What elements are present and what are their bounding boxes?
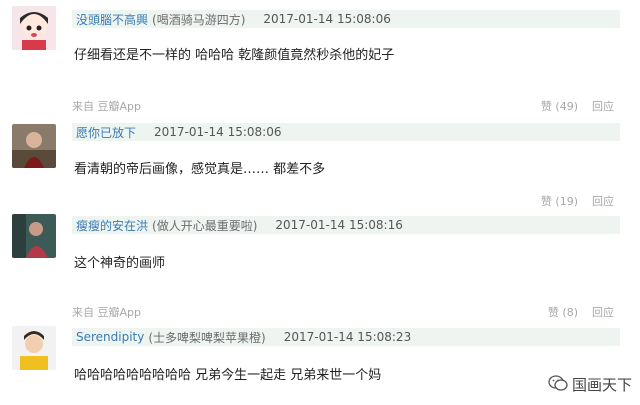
- avatar[interactable]: [12, 6, 56, 50]
- like-button[interactable]: 赞 (49): [541, 98, 578, 114]
- username-link[interactable]: 瘦瘦的安在洪: [76, 217, 148, 234]
- comment-meta: 赞 (19) 回应: [72, 193, 620, 209]
- comment-text: 哈哈哈哈哈哈哈哈哈 兄弟今生一起走 兄弟来世一个妈: [74, 368, 382, 383]
- timestamp: 2017-01-14 15:08:16: [275, 218, 403, 232]
- timestamp: 2017-01-14 15:08:06: [154, 125, 282, 139]
- source-label: 来自 豆瓣App: [72, 306, 141, 319]
- user-signature: (做人开心最重要啦): [152, 218, 258, 233]
- comment-header: 没頭腦不高興 (喝酒骑马游四方) 2017-01-14 15:08:06: [72, 10, 620, 28]
- avatar[interactable]: [12, 326, 56, 370]
- avatar[interactable]: [12, 214, 56, 258]
- reply-button[interactable]: 回应: [592, 98, 614, 114]
- user-signature: (士多啤梨啤梨苹果橙): [148, 330, 266, 345]
- username-link[interactable]: 没頭腦不高興: [76, 11, 148, 28]
- like-button[interactable]: 赞 (19): [541, 193, 578, 209]
- comment-text: 仔细看还是不一样的 哈哈哈 乾隆颜值竟然秒杀他的妃子: [74, 48, 395, 63]
- reply-button[interactable]: 回应: [592, 193, 614, 209]
- source-label: 来自 豆瓣App: [72, 100, 141, 113]
- reply-button[interactable]: 回应: [592, 304, 614, 320]
- comment-text: 看清朝的帝后画像，感觉真是…… 都差不多: [74, 162, 326, 177]
- like-button[interactable]: 赞 (8): [548, 304, 578, 320]
- comment-header: Serendipity (士多啤梨啤梨苹果橙) 2017-01-14 15:08…: [72, 328, 620, 346]
- wechat-icon: [548, 374, 568, 395]
- watermark: 国画天下: [548, 374, 632, 395]
- timestamp: 2017-01-14 15:08:06: [263, 12, 391, 26]
- comment-header: 瘦瘦的安在洪 (做人开心最重要啦) 2017-01-14 15:08:16: [72, 216, 620, 234]
- comment-text: 这个神奇的画师: [74, 256, 166, 271]
- avatar[interactable]: [12, 124, 56, 168]
- comment-header: 愿你已放下 2017-01-14 15:08:06: [72, 123, 620, 141]
- watermark-text: 国画天下: [571, 376, 632, 394]
- user-signature: (喝酒骑马游四方): [152, 12, 246, 27]
- comment-meta: 来自 豆瓣App 赞 (49) 回应: [72, 98, 620, 114]
- username-link[interactable]: Serendipity: [76, 330, 144, 344]
- timestamp: 2017-01-14 15:08:23: [283, 330, 412, 344]
- username-link[interactable]: 愿你已放下: [76, 124, 136, 141]
- comment-meta: 来自 豆瓣App 赞 (8) 回应: [72, 304, 620, 320]
